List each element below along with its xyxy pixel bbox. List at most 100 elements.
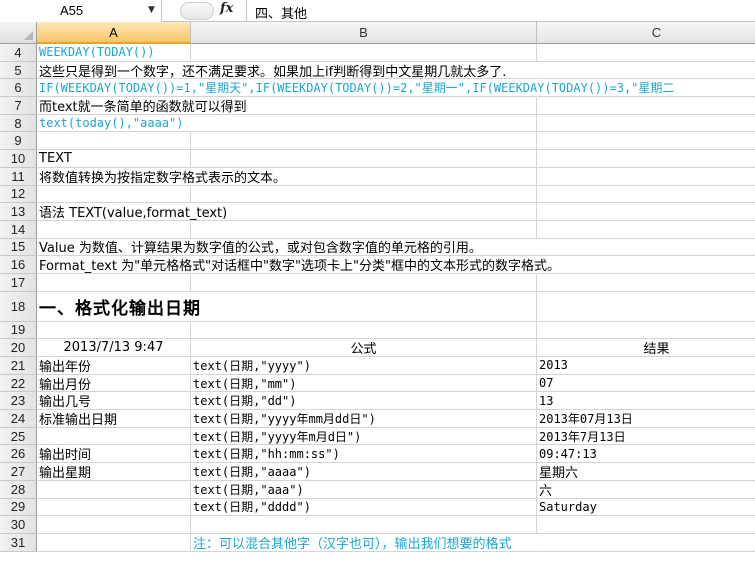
- cell-a14[interactable]: [37, 220, 191, 239]
- column-header-b[interactable]: B: [191, 22, 537, 44]
- cell-a4[interactable]: WEEKDAY(TODAY()): [37, 44, 191, 62]
- row-header[interactable]: 27: [0, 463, 37, 481]
- row-header[interactable]: 28: [0, 480, 37, 499]
- cell-b4[interactable]: [191, 44, 537, 62]
- cell-c10[interactable]: [537, 150, 755, 168]
- cell-a5[interactable]: 这些只是得到一个数字，还不满足要求。如果加上if判断得到中文星期几就太多了.: [37, 62, 506, 80]
- cell-c24[interactable]: 2013年07月13日: [537, 410, 755, 428]
- cell-b26[interactable]: text(日期,"hh:mm:ss"): [191, 445, 537, 464]
- cell-b23[interactable]: text(日期,"dd"): [191, 392, 537, 411]
- cell-b21[interactable]: text(日期,"yyyy"): [191, 357, 537, 375]
- select-all-corner[interactable]: [0, 22, 37, 44]
- row-header[interactable]: 31: [0, 533, 37, 552]
- cell-a15[interactable]: Value 为数值、计算结果为数字值的公式，或对包含数字值的单元格的引用。: [37, 239, 482, 256]
- row-header[interactable]: 18: [0, 291, 37, 322]
- row-header[interactable]: 16: [0, 256, 37, 274]
- cell-c5[interactable]: [537, 62, 755, 80]
- cell-a24[interactable]: 标准输出日期: [37, 410, 191, 428]
- row-header[interactable]: 6: [0, 79, 37, 98]
- cell-a6[interactable]: IF(WEEKDAY(TODAY())=1,"星期天",IF(WEEKDAY(T…: [37, 79, 674, 98]
- cell-c23[interactable]: 13: [537, 392, 755, 411]
- cell-b24[interactable]: text(日期,"yyyy年mm月dd日"): [191, 410, 537, 428]
- row-header[interactable]: 4: [0, 44, 37, 62]
- cell-b25[interactable]: text(日期,"yyyy年m月d日"): [191, 427, 537, 446]
- cell-c8[interactable]: [537, 115, 755, 133]
- cell-a29[interactable]: [37, 498, 191, 517]
- cell-a10[interactable]: TEXT: [37, 150, 191, 168]
- formula-input[interactable]: 四、其他: [246, 0, 755, 22]
- cell-a8[interactable]: text(today(),"aaaa"): [37, 115, 191, 133]
- cell-a19[interactable]: [37, 321, 191, 340]
- column-header-a[interactable]: A: [37, 22, 191, 44]
- row-header[interactable]: 23: [0, 392, 37, 411]
- cell-b30[interactable]: [191, 516, 537, 534]
- cell-b27[interactable]: text(日期,"aaaa"): [191, 463, 537, 481]
- row-header[interactable]: 24: [0, 410, 37, 428]
- name-box-value[interactable]: A55: [60, 3, 83, 18]
- cell-c22[interactable]: 07: [537, 375, 755, 393]
- row-header[interactable]: 26: [0, 445, 37, 464]
- cell-b28[interactable]: text(日期,"aaa"): [191, 480, 537, 499]
- row-header[interactable]: 19: [0, 321, 37, 340]
- row-header[interactable]: 9: [0, 132, 37, 151]
- cell-c19[interactable]: [537, 322, 755, 340]
- cell-a12[interactable]: [37, 185, 191, 204]
- cell-a7[interactable]: 而text就一条简单的函数就可以得到: [37, 97, 247, 115]
- cell-b13[interactable]: [191, 203, 537, 221]
- row-header[interactable]: 14: [0, 220, 37, 239]
- cell-c26[interactable]: 09:47:13: [537, 445, 755, 464]
- row-header[interactable]: 10: [0, 150, 37, 168]
- insert-function-icon[interactable]: fx: [220, 1, 233, 16]
- cell-a16[interactable]: Format_text 为"单元格格式"对话框中"数字"选项卡上"分类"框中的文…: [37, 256, 560, 274]
- row-header[interactable]: 7: [0, 97, 37, 115]
- cell-a27[interactable]: 输出星期: [37, 463, 191, 481]
- cell-c30[interactable]: [537, 516, 755, 534]
- name-box[interactable]: A55 ▼: [0, 0, 162, 22]
- cell-c16[interactable]: [537, 256, 755, 274]
- row-header[interactable]: 17: [0, 273, 37, 292]
- cell-b8[interactable]: [191, 114, 537, 133]
- cell-c7[interactable]: [537, 97, 755, 115]
- cell-c25[interactable]: 2013年7月13日: [537, 428, 755, 446]
- cell-c21[interactable]: 2013: [537, 357, 755, 375]
- cell-b10[interactable]: [191, 150, 537, 168]
- cell-a17[interactable]: [37, 273, 191, 292]
- row-header[interactable]: 5: [0, 61, 37, 80]
- cell-a31[interactable]: [37, 533, 191, 552]
- cell-c11[interactable]: [537, 168, 755, 186]
- cell-b17[interactable]: [191, 273, 537, 292]
- cell-c29[interactable]: Saturday: [537, 499, 755, 517]
- cell-c15[interactable]: [537, 239, 755, 257]
- row-header[interactable]: 15: [0, 238, 37, 257]
- cell-b31-note[interactable]: 注：可以混合其他字（汉字也可），输出我们想要的格式: [191, 534, 537, 552]
- row-header[interactable]: 29: [0, 498, 37, 517]
- row-header[interactable]: 11: [0, 167, 37, 186]
- cell-c14[interactable]: [537, 221, 755, 239]
- cell-b14[interactable]: [191, 220, 537, 239]
- cell-c28[interactable]: 六: [537, 481, 755, 499]
- cell-a26[interactable]: 输出时间: [37, 445, 191, 463]
- cell-a23[interactable]: 输出几号: [37, 392, 191, 410]
- formula-input-value[interactable]: 四、其他: [255, 3, 307, 22]
- cell-c12[interactable]: [537, 186, 755, 204]
- row-header[interactable]: 25: [0, 427, 37, 446]
- formula-bar-resize-handle[interactable]: [180, 2, 214, 20]
- cell-c9[interactable]: [537, 132, 755, 151]
- cell-b18[interactable]: [191, 291, 537, 322]
- cell-b29[interactable]: text(日期,"dddd"): [191, 498, 537, 517]
- row-header[interactable]: 22: [0, 374, 37, 393]
- cell-b9[interactable]: [191, 132, 537, 151]
- section-heading-cell[interactable]: 一、格式化输出日期: [37, 292, 200, 322]
- row-header[interactable]: 20: [0, 339, 37, 357]
- cell-c27[interactable]: 星期六: [537, 463, 755, 481]
- cell-a9[interactable]: [37, 132, 191, 151]
- cell-c13[interactable]: [537, 203, 755, 221]
- cell-c4[interactable]: [537, 44, 755, 62]
- cell-a21[interactable]: 输出年份: [37, 357, 191, 375]
- cell-b19[interactable]: [191, 321, 537, 340]
- cell-a28[interactable]: [37, 480, 191, 499]
- cell-a25[interactable]: [37, 427, 191, 446]
- cell-b12[interactable]: [191, 185, 537, 204]
- cell-c18[interactable]: [537, 292, 755, 322]
- row-header[interactable]: 12: [0, 185, 37, 204]
